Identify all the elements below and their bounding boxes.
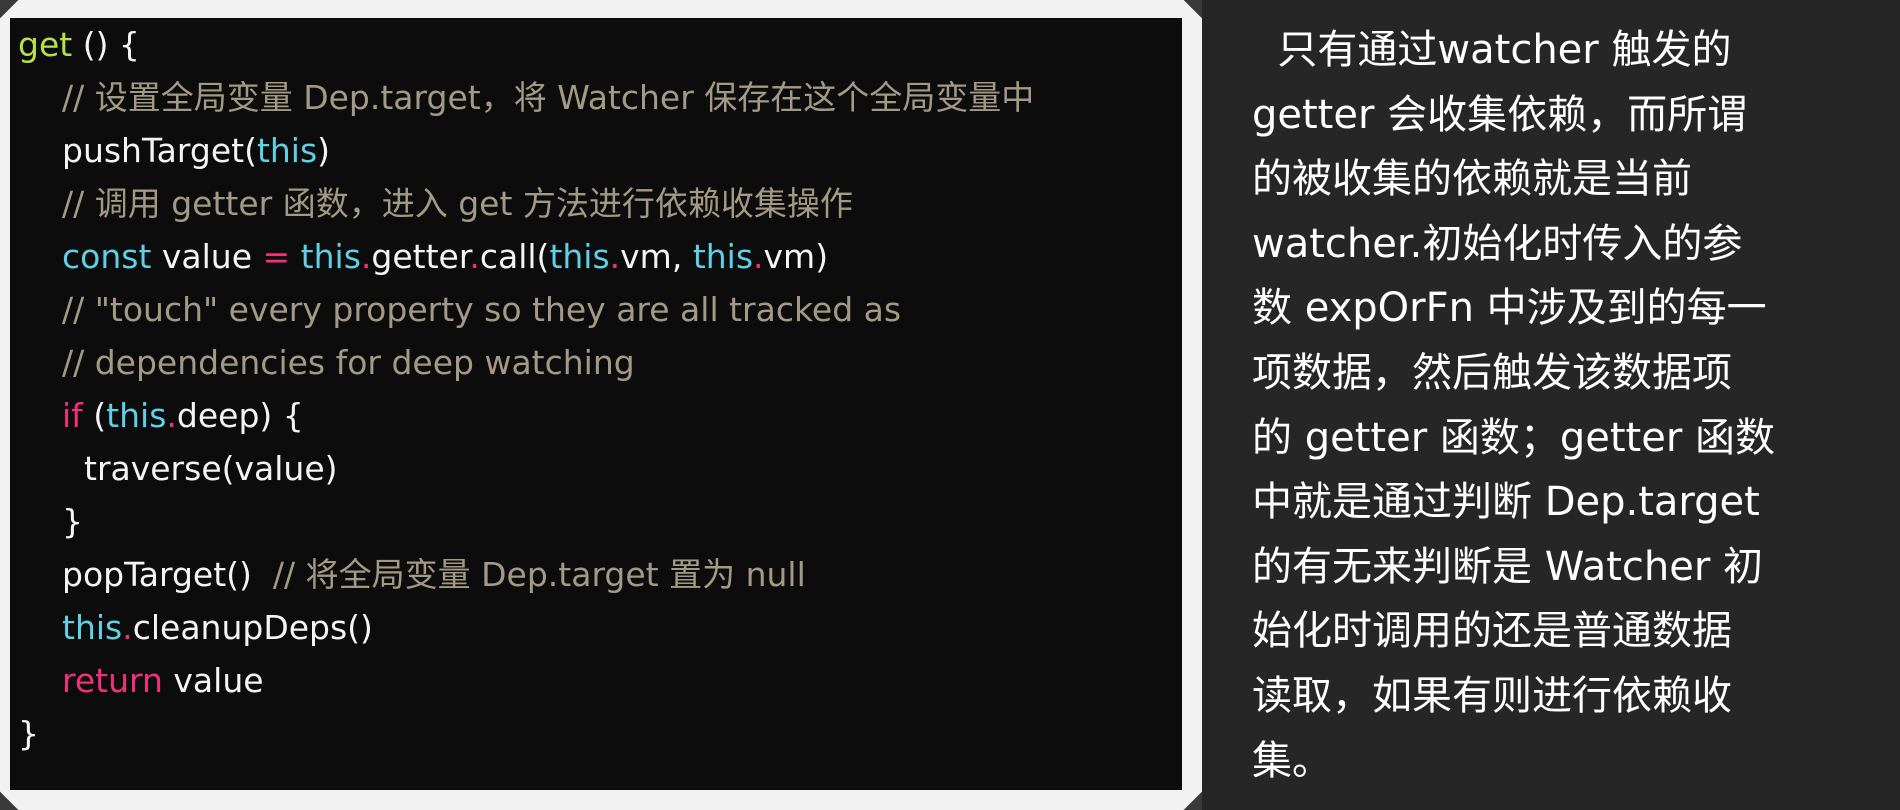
code-token-plain: ( — [82, 396, 107, 435]
code-token-plain: pushTarget( — [62, 131, 257, 170]
explanation-line: 中就是通过判断 Dep.target — [1252, 479, 1760, 526]
explanation-line: getter 会收集依赖，而所谓 — [1252, 91, 1748, 138]
code-block: get () { // 设置全局变量 Dep.target，将 Watcher 保… — [18, 18, 1034, 760]
code-token-keyword: if — [62, 396, 83, 435]
code-token-keyword: . — [469, 237, 480, 276]
code-token-plain: vm) — [763, 237, 829, 276]
explanation-line: 始化时调用的还是普通数据 — [1252, 608, 1732, 655]
frame-corner-bottom-left — [0, 791, 19, 810]
code-token-plain: value — [162, 661, 264, 700]
code-token-comment: // "touch" every property so they are al… — [62, 290, 902, 329]
code-token-plain: () { — [72, 25, 140, 64]
code-token-keyword: . — [609, 237, 621, 276]
code-token-plain: call( — [479, 237, 550, 276]
code-line: get () { — [18, 18, 1034, 71]
explanation-line: 的有无来判断是 Watcher 初 — [1252, 543, 1764, 590]
code-line: } — [18, 707, 1034, 760]
code-token-this: this — [106, 396, 167, 435]
explanation-line: 读取，如果有则进行依赖收 — [1252, 672, 1732, 719]
code-token-plain: getter — [371, 237, 470, 276]
explanation-panel: 只有通过watcher 触发的 getter 会收集依赖，而所谓 的被收集的依赖就是… — [1202, 0, 1900, 810]
code-token-keyword: . — [122, 608, 133, 647]
frame-corner-top-left — [0, 0, 19, 19]
code-token-plain: cleanupDeps() — [132, 608, 373, 647]
code-token-plain: vm, — [620, 237, 693, 276]
code-token-this: this — [256, 131, 318, 170]
code-line: const value = this.getter.call(this.vm, … — [18, 230, 1034, 283]
code-line: pushTarget(this) — [18, 124, 1034, 177]
code-token-get: get — [18, 25, 73, 64]
explanation-line: 数 expOrFn 中涉及到的每一 — [1252, 285, 1767, 332]
code-token-keyword: = — [262, 237, 291, 276]
code-line: this.cleanupDeps() — [18, 601, 1034, 654]
code-line: } — [18, 495, 1034, 548]
code-token-comment: // 设置全局变量 Dep.target，将 Watcher 保存在这个全局变量… — [62, 78, 1035, 117]
code-token-comment: // dependencies for deep watching — [62, 343, 635, 382]
code-token-this: this — [300, 237, 361, 276]
code-token-keyword: . — [753, 237, 764, 276]
code-token-plain: deep) { — [176, 396, 304, 435]
explanation-text: 只有通过watcher 触发的 getter 会收集依赖，而所谓 的被收集的依赖就是… — [1252, 18, 1775, 793]
code-token-this: this — [62, 608, 123, 647]
code-token-comment: // 调用 getter 函数，进入 get 方法进行依赖收集操作 — [62, 184, 853, 223]
code-line: traverse(value) — [18, 442, 1034, 495]
code-line: // "touch" every property so they are al… — [18, 283, 1034, 336]
code-token-plain: traverse(value) — [84, 449, 338, 488]
code-line: if (this.deep) { — [18, 389, 1034, 442]
code-token-keyword: . — [166, 396, 177, 435]
code-token-comment: // 将全局变量 Dep.target 置为 null — [272, 555, 806, 594]
code-line: // dependencies for deep watching — [18, 336, 1034, 389]
explanation-line: 的被收集的依赖就是当前 — [1252, 156, 1692, 203]
code-token-this: this — [549, 237, 610, 276]
code-token-plain: popTarget() — [62, 555, 273, 594]
code-line: // 设置全局变量 Dep.target，将 Watcher 保存在这个全局变量… — [18, 71, 1034, 124]
code-line: // 调用 getter 函数，进入 get 方法进行依赖收集操作 — [18, 177, 1034, 230]
code-screenshot-frame: get () { // 设置全局变量 Dep.target，将 Watcher 保… — [0, 0, 1221, 810]
code-token-plain: ) — [317, 131, 331, 170]
code-token-keyword: . — [360, 237, 372, 276]
explanation-line: 集。 — [1252, 737, 1332, 784]
explanation-line: watcher.初始化时传入的参 — [1252, 220, 1743, 267]
explanation-line: 项数据，然后触发该数据项 — [1252, 349, 1732, 396]
code-token-this: const — [62, 237, 152, 276]
code-token-keyword: return — [62, 661, 163, 700]
code-token-plain: } — [62, 502, 83, 541]
code-token-plain: value — [151, 237, 263, 276]
code-token-plain: } — [18, 714, 39, 753]
explanation-line: 只有通过watcher 触发的 — [1252, 27, 1732, 73]
code-token-this: this — [692, 237, 754, 276]
explanation-line: 的 getter 函数；getter 函数 — [1252, 414, 1775, 461]
code-panel: get () { // 设置全局变量 Dep.target，将 Watcher 保… — [10, 18, 1182, 790]
code-line: return value — [18, 654, 1034, 707]
code-line: popTarget() // 将全局变量 Dep.target 置为 null — [18, 548, 1034, 601]
